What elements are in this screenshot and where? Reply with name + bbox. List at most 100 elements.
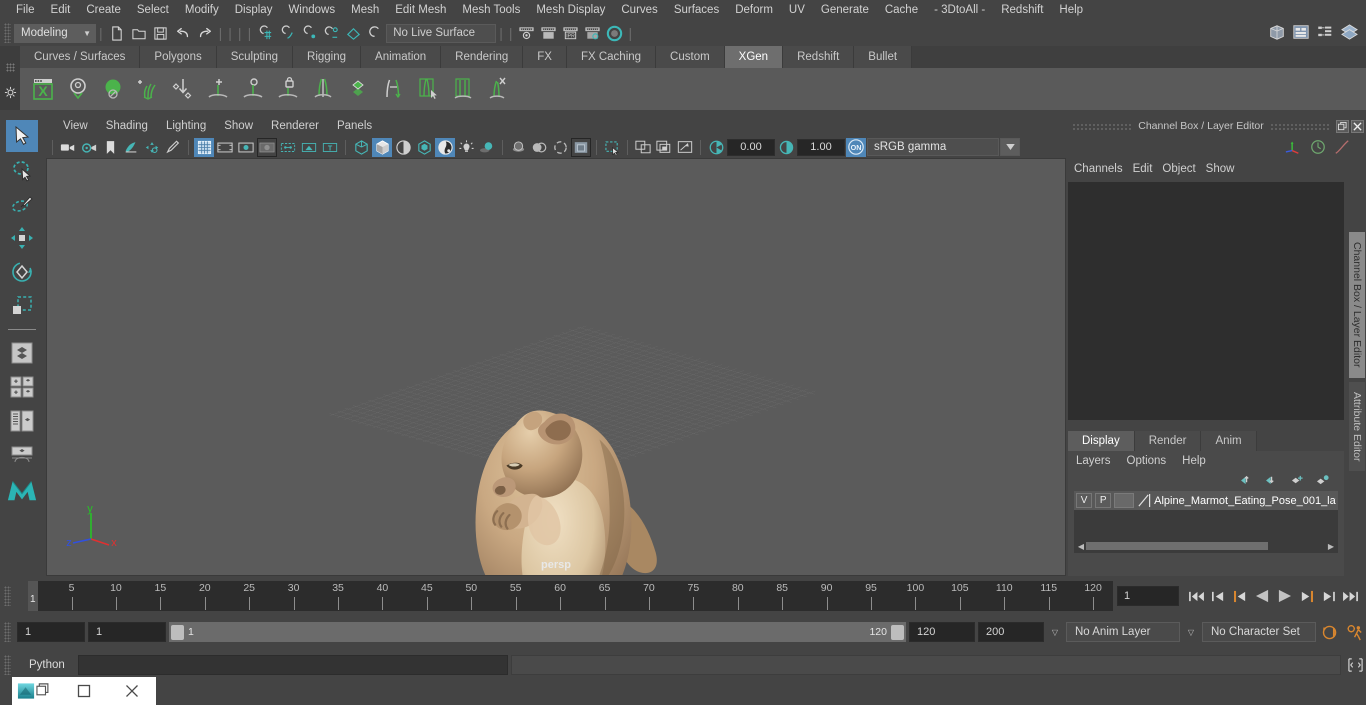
anim-layer-dropdown-arrow[interactable]: ▽ [1047, 628, 1063, 637]
menu-set-selector[interactable]: Modeling ▼ [14, 24, 96, 43]
xgen-preview-icon[interactable] [61, 71, 94, 107]
curve-icon[interactable] [1334, 139, 1350, 155]
shelf-tab-xgen[interactable]: XGen [725, 46, 783, 68]
snap-to-point-icon[interactable] [298, 23, 320, 43]
scroll-right-icon[interactable]: ▶ [1326, 542, 1336, 551]
channel-box-menu-edit[interactable]: Edit [1133, 161, 1163, 177]
menu-mesh-display[interactable]: Mesh Display [528, 1, 613, 19]
outliner-icon[interactable] [1290, 22, 1312, 42]
color-space-selector[interactable]: sRGB gamma [867, 138, 999, 156]
channel-box-menu-show[interactable]: Show [1206, 161, 1245, 177]
xray-joints-icon[interactable] [278, 138, 298, 157]
status-line-grip[interactable] [4, 23, 11, 43]
live-surface-field[interactable]: No Live Surface [386, 24, 496, 43]
isolate-select-icon[interactable] [571, 138, 591, 157]
vertical-tab-attribute-editor[interactable]: Attribute Editor [1349, 382, 1365, 471]
time-slider-grip[interactable] [4, 586, 11, 606]
color-space-dropdown-arrow[interactable] [1000, 138, 1020, 156]
move-tool[interactable] [6, 222, 38, 254]
layer-tab-render[interactable]: Render [1135, 431, 1202, 451]
menu-select[interactable]: Select [129, 1, 177, 19]
snapshot-icon[interactable] [675, 138, 695, 157]
layer-menu-help[interactable]: Help [1182, 455, 1222, 467]
shelf-tab-sculpting[interactable]: Sculpting [217, 46, 293, 68]
display-layer-icon[interactable] [654, 138, 674, 157]
command-line-grip[interactable] [4, 655, 11, 675]
scroll-track[interactable] [1086, 542, 1326, 550]
gate-mask-icon[interactable] [257, 138, 277, 157]
range-slider-grip[interactable] [4, 622, 11, 642]
xgen-sphere-icon[interactable] [96, 71, 129, 107]
character-set-selector[interactable]: No Character Set [1202, 622, 1316, 642]
viewport-menu-lighting[interactable]: Lighting [157, 118, 215, 134]
menu-uv[interactable]: UV [781, 1, 813, 19]
current-frame-field[interactable]: 1 [1117, 586, 1179, 606]
shelf-options-icon[interactable] [4, 86, 17, 99]
grease-pencil-icon[interactable] [163, 138, 183, 157]
panel-zoom-icon[interactable] [633, 138, 653, 157]
xgen-noise-icon[interactable] [341, 71, 374, 107]
viewport-menu-shading[interactable]: Shading [97, 118, 157, 134]
camera-attributes-icon[interactable] [79, 138, 99, 157]
viewport-menu-renderer[interactable]: Renderer [262, 118, 328, 134]
resolution-gate-icon[interactable] [236, 138, 256, 157]
move-layer-up-icon[interactable] [1240, 474, 1255, 486]
smooth-shade-icon[interactable] [372, 138, 392, 157]
image-plane-icon[interactable] [121, 138, 141, 157]
channel-box-menu-object[interactable]: Object [1162, 161, 1205, 177]
ao-icon[interactable] [508, 138, 528, 157]
menu-generate[interactable]: Generate [813, 1, 877, 19]
maya-logo-icon[interactable] [6, 473, 38, 505]
clock-icon[interactable] [1310, 139, 1326, 155]
layer-color-swatch[interactable] [1114, 493, 1134, 508]
menu-file[interactable]: File [8, 1, 43, 19]
texture-border-icon[interactable]: T [320, 138, 340, 157]
shelf-tab-redshift[interactable]: Redshift [783, 46, 854, 68]
range-slider-bar[interactable]: 1 120 [169, 622, 906, 642]
menu-redshift[interactable]: Redshift [993, 1, 1051, 19]
shelf-tab-animation[interactable]: Animation [361, 46, 441, 68]
snap-to-curve-icon[interactable] [276, 23, 298, 43]
command-output[interactable] [511, 655, 1341, 675]
vertical-tab-channel-box[interactable]: Channel Box / Layer Editor [1349, 232, 1365, 378]
hypershade-persp-layout-icon[interactable] [6, 439, 38, 471]
layer-playback-toggle[interactable]: P [1095, 493, 1111, 508]
layer-tab-display[interactable]: Display [1068, 431, 1135, 451]
model-editor-icon[interactable] [1266, 22, 1288, 42]
grid-toggle-icon[interactable] [194, 138, 214, 157]
go-to-start-icon[interactable] [1187, 586, 1206, 606]
xgen-part-icon[interactable] [306, 71, 339, 107]
menu-modify[interactable]: Modify [177, 1, 227, 19]
bookmark-icon[interactable] [100, 138, 120, 157]
xgen-clump-icon[interactable] [236, 71, 269, 107]
play-forwards-icon[interactable] [1275, 586, 1294, 606]
shelf-grip[interactable] [0, 46, 20, 110]
menu-help[interactable]: Help [1051, 1, 1091, 19]
display-layer-list[interactable]: V P Alpine_Marmot_Eating_Pose_001_laye ◀… [1074, 491, 1338, 553]
new-layer-from-selected-icon[interactable] [1315, 474, 1330, 486]
layer-list-scrollbar[interactable]: ◀ ▶ [1076, 541, 1336, 551]
layer-menu-options[interactable]: Options [1127, 455, 1183, 467]
xgen-editor-icon[interactable]: X [26, 71, 59, 107]
range-start-time-field[interactable]: 1 [88, 622, 166, 642]
range-end-time-field[interactable]: 120 [909, 622, 975, 642]
range-start-handle[interactable] [171, 625, 184, 640]
layer-menu-layers[interactable]: Layers [1076, 455, 1127, 467]
new-scene-icon[interactable] [106, 23, 128, 43]
wireframe-icon[interactable] [351, 138, 371, 157]
menu-mesh[interactable]: Mesh [343, 1, 387, 19]
maximize-icon[interactable] [60, 677, 108, 705]
step-forward-keyframe-icon[interactable] [1319, 586, 1338, 606]
menu-edit[interactable]: Edit [43, 1, 79, 19]
undock-icon[interactable] [1336, 120, 1349, 133]
xray-icon[interactable] [299, 138, 319, 157]
step-back-keyframe-icon[interactable] [1209, 586, 1228, 606]
scale-tool[interactable] [6, 290, 38, 322]
layer-name[interactable]: Alpine_Marmot_Eating_Pose_001_laye [1154, 495, 1336, 507]
command-input[interactable] [78, 655, 508, 675]
move-layer-down-icon[interactable] [1265, 474, 1280, 486]
multisample-icon[interactable] [550, 138, 570, 157]
make-live-icon[interactable] [364, 23, 386, 43]
node-editor-icon[interactable] [1314, 22, 1336, 42]
lasso-select-tool[interactable] [6, 154, 38, 186]
